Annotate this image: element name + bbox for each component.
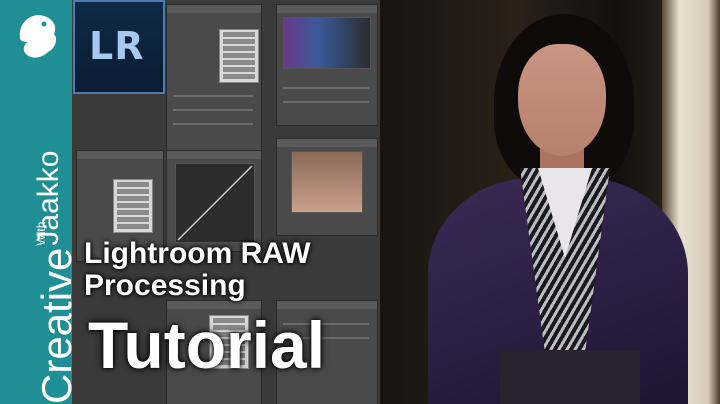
tone-curve-graph xyxy=(175,163,255,243)
brand-wordmark: CreativeWithJaakko xyxy=(32,151,80,404)
title-tutorial: Tutorial xyxy=(88,308,326,382)
lightroom-logo: LR xyxy=(73,0,165,94)
face xyxy=(518,44,606,156)
preset-panel xyxy=(166,4,262,156)
histogram-panel xyxy=(276,4,378,126)
lightroom-logo-text: LR xyxy=(89,24,145,68)
brand-jaakko-text: Jaakko xyxy=(32,150,65,246)
bird-icon xyxy=(19,15,57,58)
brand-strip: CreativeWithJaakko xyxy=(0,0,80,404)
brand-creative-text: Creative xyxy=(33,247,80,404)
portrait-photo xyxy=(380,0,720,404)
title-line-2: Processing xyxy=(84,269,246,302)
detail-panel xyxy=(276,138,378,236)
preset-dropdown-menu xyxy=(219,29,259,83)
title-line-1: Lightroom RAW xyxy=(84,237,311,270)
profile-dropdown-menu xyxy=(113,179,153,233)
video-thumbnail: CreativeWithJaakko LR Lightroom RAW Proc… xyxy=(0,0,720,404)
title-block: Lightroom RAW Processing xyxy=(84,238,311,302)
obi-sash xyxy=(500,350,640,404)
